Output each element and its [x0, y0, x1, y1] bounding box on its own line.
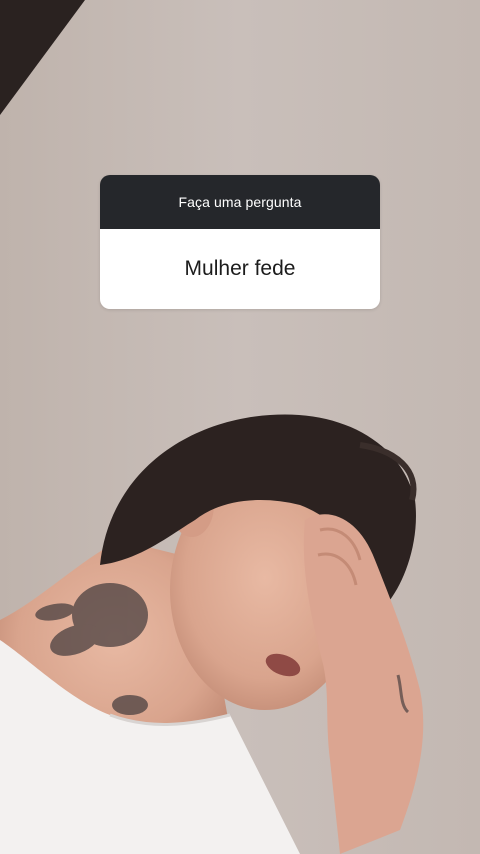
question-sticker[interactable]: Faça uma pergunta Mulher fede [100, 175, 380, 309]
question-answer: Mulher fede [100, 229, 380, 309]
question-prompt: Faça uma pergunta [100, 175, 380, 229]
background-photo [0, 0, 480, 854]
story-view: Faça uma pergunta Mulher fede [0, 0, 480, 854]
